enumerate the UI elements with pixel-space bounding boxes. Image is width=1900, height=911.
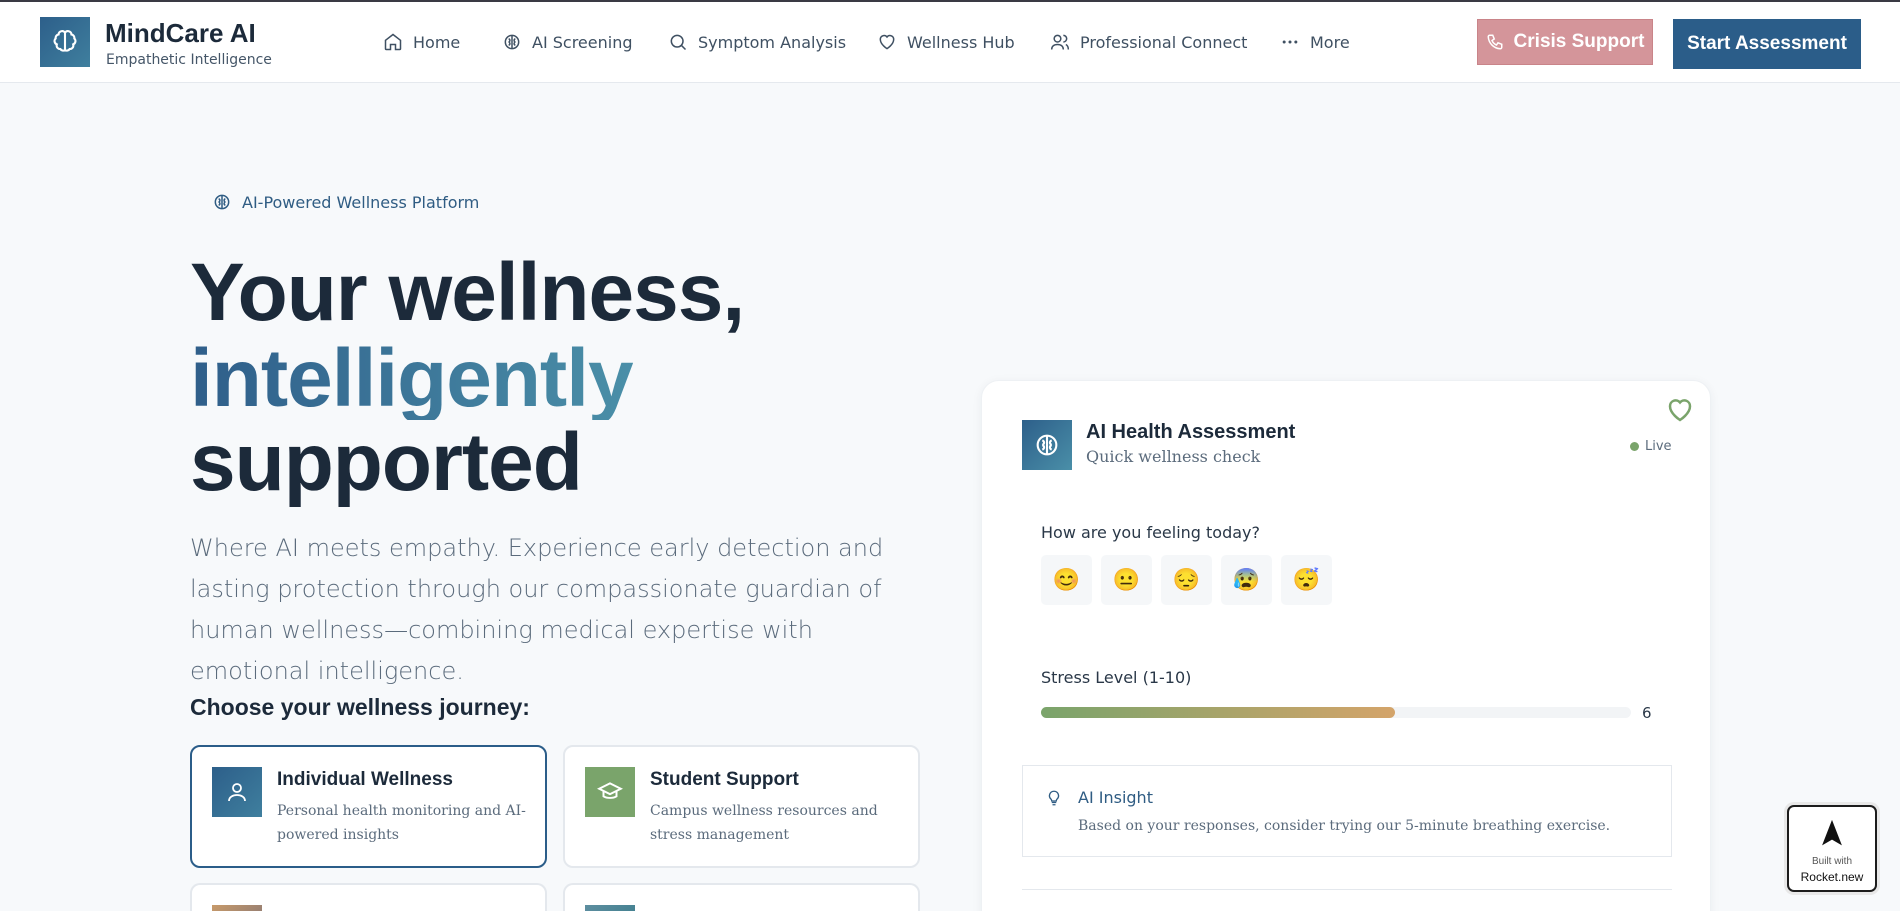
live-dot-icon — [1630, 442, 1639, 451]
heart-icon — [879, 34, 895, 50]
live-status: Live — [1630, 439, 1672, 454]
nav-symptom-analysis[interactable]: Symptom Analysis — [668, 32, 846, 52]
stress-level-value: 6 — [1642, 704, 1652, 722]
rocket-logo-icon — [1822, 819, 1842, 846]
nav-home[interactable]: Home — [383, 32, 460, 52]
mood-question: How are you feeling today? — [1041, 523, 1261, 542]
nav-wellness-hub[interactable]: Wellness Hub — [877, 32, 1015, 52]
mood-anxious-button[interactable]: 😰 — [1221, 555, 1272, 605]
brain-icon — [504, 34, 520, 50]
hero-badge: AI-Powered Wellness Platform — [212, 192, 479, 212]
journey-card-icon — [585, 905, 635, 911]
brand-tagline: Empathetic Intelligence — [106, 52, 272, 68]
nav-label: Wellness Hub — [907, 32, 1015, 52]
mood-neutral-button[interactable]: 😐 — [1101, 555, 1152, 605]
built-with-label: Built with — [1811, 856, 1852, 867]
ai-insight-title: AI Insight — [1078, 788, 1153, 807]
hero-heading-line2: intelligently — [190, 333, 634, 424]
brand-name[interactable]: MindCare AI — [105, 18, 256, 49]
brain-icon — [53, 30, 77, 52]
nav-label: Home — [413, 32, 461, 52]
brain-icon — [1022, 420, 1072, 470]
nav-label: More — [1310, 32, 1350, 52]
assessment-title: AI Health Assessment — [1086, 421, 1296, 443]
panel-divider — [1022, 889, 1672, 890]
journey-title: Individual Wellness — [277, 769, 453, 790]
search-icon — [670, 34, 687, 51]
hero-badge-label: AI-Powered Wellness Platform — [242, 192, 480, 212]
journey-desc: Campus wellness resources and stress man… — [650, 803, 878, 843]
journey-desc: Personal health monitoring and AI-powere… — [277, 803, 526, 843]
nav-ai-screening[interactable]: AI Screening — [502, 32, 633, 52]
hero-heading-line3: supported — [190, 417, 583, 508]
journey-card-3[interactable] — [190, 883, 547, 911]
stress-level-slider[interactable] — [1041, 707, 1631, 718]
mood-tired-button[interactable]: 😴 — [1281, 555, 1332, 605]
ai-health-assessment-panel: AI Health Assessment Quick wellness chec… — [981, 380, 1711, 911]
journey-card-4[interactable] — [563, 883, 920, 911]
journey-card-student[interactable]: Student Support Campus wellness resource… — [563, 745, 920, 868]
nav-label: AI Screening — [532, 32, 633, 52]
nav-professional-connect[interactable]: Professional Connect — [1050, 32, 1247, 52]
crisis-support-label: Crisis Support — [1513, 31, 1645, 52]
mood-sad-button[interactable]: 😔 — [1161, 555, 1212, 605]
users-icon — [1050, 34, 1070, 50]
user-icon — [212, 767, 262, 817]
crisis-support-button[interactable]: Crisis Support — [1477, 19, 1653, 65]
journey-card-individual[interactable]: Individual Wellness Personal health moni… — [190, 745, 547, 868]
graduation-cap-icon — [585, 767, 635, 817]
home-icon — [384, 33, 402, 51]
hero-heading-line1: Your wellness, — [190, 247, 745, 338]
nav-label: Symptom Analysis — [698, 32, 847, 52]
ai-insight-text: Based on your responses, consider trying… — [1078, 818, 1611, 834]
more-icon — [1282, 40, 1298, 44]
live-label: Live — [1645, 439, 1672, 454]
stress-level-label: Stress Level (1-10) — [1041, 668, 1192, 687]
built-with-rocket-badge[interactable]: Built with Rocket.new — [1787, 805, 1877, 892]
hero-lead: Where AI meets empathy. Experience early… — [190, 534, 884, 685]
mood-happy-button[interactable]: 😊 — [1041, 555, 1092, 605]
assessment-subtitle: Quick wellness check — [1086, 447, 1261, 466]
nav-label: Professional Connect — [1080, 32, 1248, 52]
journey-card-icon — [212, 905, 262, 911]
journey-title: Student Support — [650, 769, 799, 790]
start-assessment-button[interactable]: Start Assessment — [1673, 19, 1861, 69]
lightbulb-icon — [1048, 790, 1060, 806]
rocket-name-label: Rocket.new — [1800, 870, 1864, 884]
top-navbar: MindCare AI Empathetic Intelligence Home… — [0, 2, 1900, 83]
stress-level-fill — [1041, 707, 1395, 718]
brand-logo[interactable] — [40, 17, 90, 67]
journey-heading: Choose your wellness journey: — [190, 694, 530, 720]
phone-icon — [1487, 34, 1503, 50]
favorite-heart-icon[interactable] — [1665, 395, 1695, 430]
nav-more[interactable]: More — [1280, 32, 1350, 52]
brain-icon — [214, 194, 230, 210]
ai-insight-box: AI Insight Based on your responses, cons… — [1022, 765, 1672, 857]
